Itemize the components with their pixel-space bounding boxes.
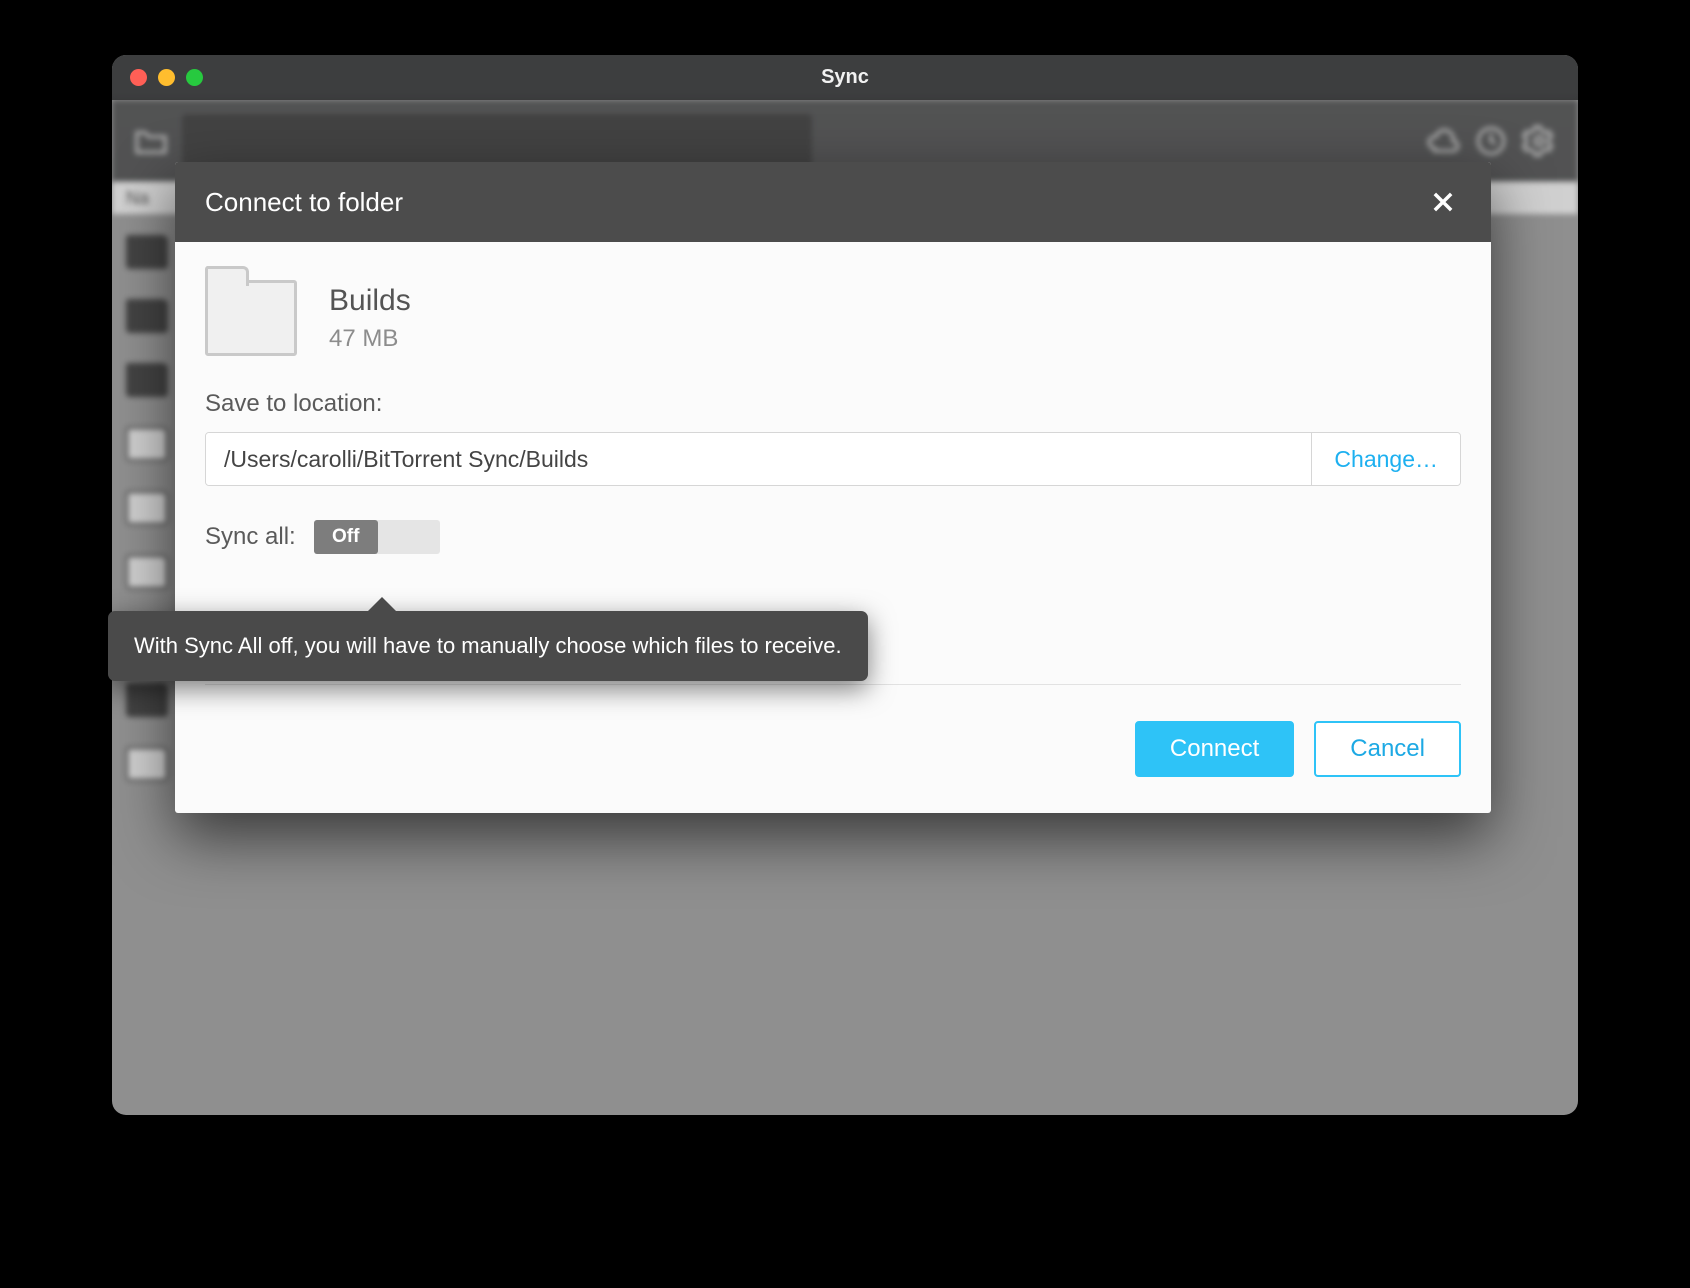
add-folder-icon[interactable] — [134, 126, 168, 156]
dialog-title: Connect to folder — [205, 187, 403, 218]
cloud-icon[interactable] — [1426, 126, 1460, 156]
window-close-button[interactable] — [130, 69, 147, 86]
traffic-lights — [130, 69, 203, 86]
sync-all-label: Sync all: — [205, 523, 296, 551]
save-location-input[interactable] — [206, 433, 1311, 485]
dialog-body: Builds 47 MB Save to location: Change… S… — [175, 242, 1491, 813]
window-title: Sync — [112, 66, 1578, 89]
sync-all-toggle[interactable]: Off — [314, 520, 440, 554]
dialog-header: Connect to folder — [175, 162, 1491, 242]
sync-all-row: Sync all: Off — [205, 520, 1461, 554]
cancel-button[interactable]: Cancel — [1314, 721, 1461, 777]
folder-name: Builds — [329, 284, 411, 318]
folder-text: Builds 47 MB — [329, 284, 411, 353]
folder-icon — [126, 363, 168, 397]
folder-icon — [126, 427, 168, 461]
window-minimize-button[interactable] — [158, 69, 175, 86]
folder-size: 47 MB — [329, 325, 411, 353]
folder-icon — [126, 491, 168, 525]
folder-info: Builds 47 MB — [205, 280, 1461, 356]
connect-folder-dialog: Connect to folder Builds 47 MB Save to l… — [175, 162, 1491, 813]
toggle-state: Off — [314, 520, 378, 554]
search-area[interactable] — [182, 114, 812, 168]
folder-icon — [126, 747, 168, 781]
tooltip-text: With Sync All off, you will have to manu… — [134, 633, 842, 658]
dialog-footer: Connect Cancel — [205, 685, 1461, 783]
folder-icon — [205, 280, 297, 356]
titlebar: Sync — [112, 55, 1578, 100]
change-location-button[interactable]: Change… — [1311, 433, 1460, 485]
folder-icon — [126, 299, 168, 333]
save-location-label: Save to location: — [205, 390, 1461, 418]
save-location-row: Change… — [205, 432, 1461, 486]
connect-button[interactable]: Connect — [1135, 721, 1294, 777]
folder-icon — [126, 235, 168, 269]
gear-icon[interactable] — [1522, 124, 1556, 158]
history-icon[interactable] — [1474, 124, 1508, 158]
sync-all-tooltip: With Sync All off, you will have to manu… — [108, 611, 868, 681]
close-button[interactable] — [1425, 184, 1461, 220]
window-zoom-button[interactable] — [186, 69, 203, 86]
close-icon — [1429, 188, 1457, 216]
column-name: Na — [126, 188, 149, 209]
folder-icon — [126, 555, 168, 589]
folder-icon — [126, 683, 168, 717]
